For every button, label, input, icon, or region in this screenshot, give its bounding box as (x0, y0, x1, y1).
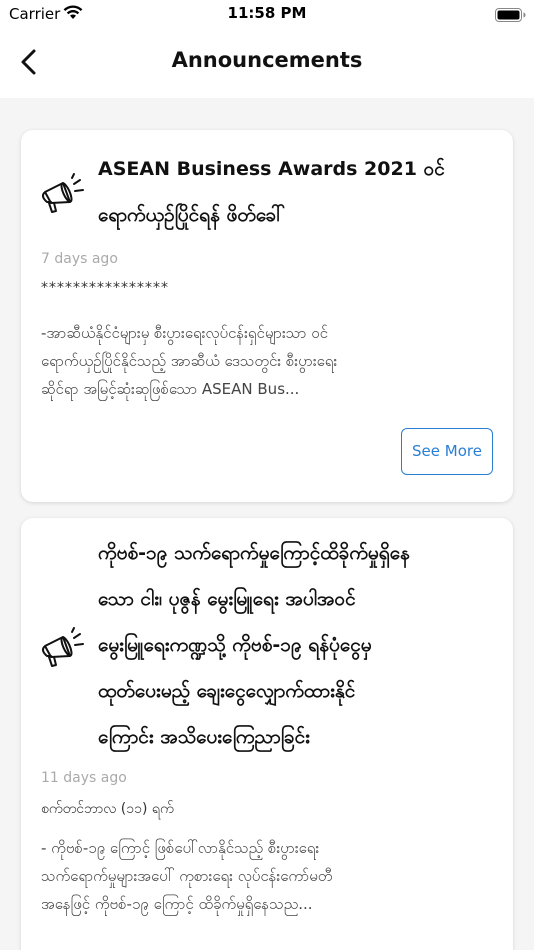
megaphone-icon (39, 626, 87, 678)
announcement-title: ကိုဗစ်-၁၉ သက်ရောက်မှုကြောင့်ထိခိုက်မှုရှ… (98, 542, 410, 748)
announcements-screen: Carrier 11:58 PM Announcements ASEAN Bus… (0, 0, 534, 950)
megaphone-icon (39, 172, 87, 224)
announcement-card[interactable]: ကိုဗစ်-၁၉ သက်ရောက်မှုကြောင့်ထိခိုက်မှုရှ… (21, 518, 513, 950)
status-time: 11:58 PM (227, 4, 307, 22)
announcement-body: - ကိုဗစ်-၁၉ ကြောင့် ဖြစ်ပေါ်လာနိုင်သည့် … (41, 839, 333, 913)
page-title: Announcements (171, 48, 363, 72)
announcement-body: -အာဆီယံနိုင်ငံများမှ စီးပွားရေးလုပ်ငန်းရ… (41, 324, 338, 398)
announcement-subtitle: **************** (41, 280, 169, 296)
see-more-button[interactable]: See More (401, 428, 493, 475)
announcement-card[interactable]: ASEAN Business Awards 2021 ဝင် ရောက်ယှဉ်… (21, 130, 513, 502)
announcement-date: 7 days ago (41, 251, 118, 267)
navigation-bar: Announcements (0, 30, 534, 98)
announcement-subtitle: စက်တင်ဘာလ (၁၁) ရက် (41, 801, 174, 817)
announcement-title: ASEAN Business Awards 2021 ဝင် ရောက်ယှဉ်… (98, 158, 445, 226)
announcement-date: 11 days ago (41, 770, 127, 786)
status-bar: Carrier 11:58 PM (0, 0, 534, 30)
battery-icon (495, 7, 526, 26)
